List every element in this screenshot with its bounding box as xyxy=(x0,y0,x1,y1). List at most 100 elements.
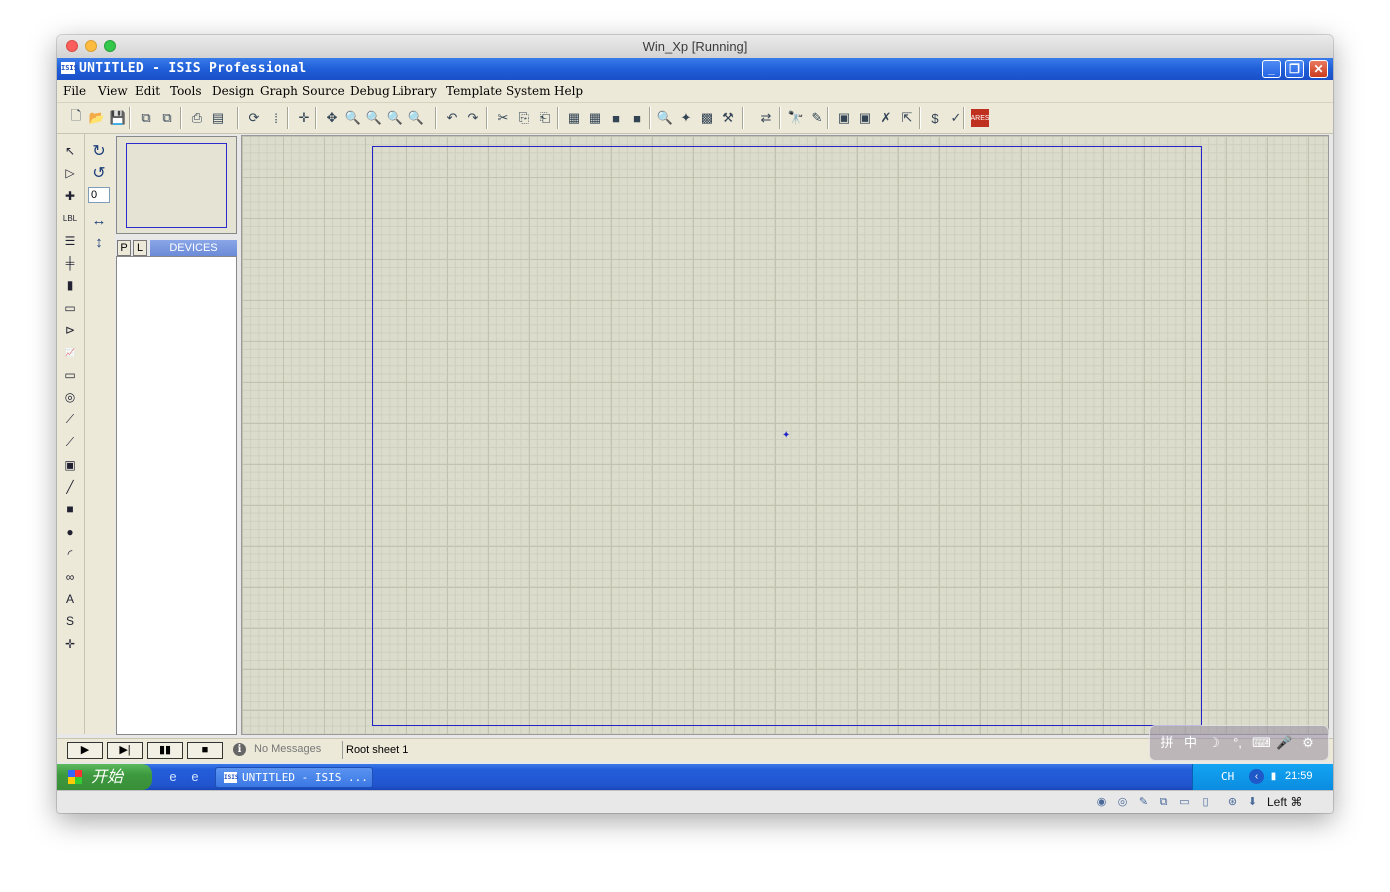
package-icon[interactable]: ▩ xyxy=(698,109,716,127)
erc-icon[interactable]: ✓ xyxy=(947,109,965,127)
block-rotate-icon[interactable]: ■ xyxy=(607,109,625,127)
shared-folder-icon[interactable]: ▭ xyxy=(1177,795,1192,809)
menu-debug[interactable]: Debug xyxy=(350,84,390,98)
library-manager-button[interactable]: L xyxy=(133,240,147,256)
zoom-all-icon[interactable]: 🔍 xyxy=(386,109,404,127)
import-icon[interactable]: ⧉ xyxy=(137,109,155,127)
print-icon[interactable]: ⎙ xyxy=(188,109,206,127)
symbol-icon[interactable]: S xyxy=(60,612,80,630)
goto-sheet-icon[interactable]: ⇱ xyxy=(898,109,916,127)
mirror-horizontal-icon[interactable]: ↔ xyxy=(89,211,109,229)
export-icon[interactable]: ⧉ xyxy=(158,109,176,127)
play-button[interactable]: ▶ xyxy=(67,742,103,759)
rotate-cw-icon[interactable]: ↻ xyxy=(89,142,109,160)
block-delete-icon[interactable]: ■ xyxy=(628,109,646,127)
app-titlebar[interactable]: ISIS UNTITLED - ISIS Professional _ ❐ ✕ xyxy=(57,58,1333,80)
menu-tools[interactable]: Tools xyxy=(170,84,202,98)
print-area-icon[interactable]: ▤ xyxy=(209,109,227,127)
menu-template[interactable]: Template xyxy=(446,84,502,98)
menu-graph[interactable]: Graph xyxy=(260,84,298,98)
ime-halfwidth-icon[interactable]: ☽ xyxy=(1205,735,1223,751)
menu-design[interactable]: Design xyxy=(212,84,254,98)
remove-sheet-icon[interactable]: ✗ xyxy=(877,109,895,127)
ime-voice-icon[interactable]: 🎤 xyxy=(1276,735,1294,751)
optical-drive-icon[interactable]: ◎ xyxy=(1115,795,1130,809)
block-move-icon[interactable]: ▦ xyxy=(586,109,604,127)
new-sheet-icon[interactable]: ▣ xyxy=(835,109,853,127)
menu-system[interactable]: System xyxy=(506,84,550,98)
mac-titlebar[interactable]: Win_Xp [Running] xyxy=(57,35,1333,59)
text-script-icon[interactable]: ☰ xyxy=(60,232,80,250)
terminals-icon[interactable]: ▭ xyxy=(60,299,80,317)
graph-icon[interactable]: 📈 xyxy=(60,344,80,362)
save-icon[interactable]: 💾 xyxy=(109,109,127,127)
zoom-in-icon[interactable]: 🔍 xyxy=(344,109,362,127)
generator-icon[interactable]: ◎ xyxy=(60,388,80,406)
origin-icon[interactable]: ✛ xyxy=(295,109,313,127)
pick-devices-button[interactable]: P xyxy=(117,240,131,256)
ime-punctuation-icon[interactable]: °, xyxy=(1229,735,1247,751)
tray-expand-icon[interactable]: ‹ xyxy=(1249,769,1264,784)
redo-icon[interactable]: ↷ xyxy=(464,109,482,127)
menu-file[interactable]: File xyxy=(63,84,86,98)
restore-button[interactable]: ❐ xyxy=(1285,60,1304,78)
start-button[interactable]: 开始 xyxy=(57,764,152,790)
hdd-icon[interactable]: ◉ xyxy=(1094,795,1109,809)
keyboard-capture-icon[interactable]: ⬇ xyxy=(1245,795,1260,809)
menu-help[interactable]: Help xyxy=(554,84,583,98)
refresh-icon[interactable]: ⟳ xyxy=(245,109,263,127)
component-mode-icon[interactable]: ▷ xyxy=(60,164,80,182)
schematic-canvas[interactable]: ✦ xyxy=(241,135,1329,735)
search-tag-icon[interactable]: 🔭 xyxy=(787,109,805,127)
minimize-button[interactable]: _ xyxy=(1262,60,1281,78)
bom-icon[interactable]: $ xyxy=(926,109,944,127)
open-icon[interactable]: 📂 xyxy=(88,109,106,127)
text-icon[interactable]: A xyxy=(60,590,80,608)
buses-icon[interactable]: ╪ xyxy=(60,254,80,272)
make-device-icon[interactable]: ✦ xyxy=(677,109,695,127)
close-button[interactable]: ✕ xyxy=(1309,60,1328,78)
line-icon[interactable]: ╱ xyxy=(60,478,80,496)
junction-dot-icon[interactable]: ✚ xyxy=(60,187,80,205)
devices-list[interactable] xyxy=(116,256,237,735)
tray-app-icon[interactable]: ▮ xyxy=(1266,769,1281,784)
rotation-angle-input[interactable] xyxy=(88,187,110,203)
menu-library[interactable]: Library xyxy=(392,84,437,98)
usb-pen-icon[interactable]: ✎ xyxy=(1136,795,1151,809)
step-button[interactable]: ▶| xyxy=(107,742,143,759)
voltage-probe-icon[interactable]: ⟋ xyxy=(60,411,80,429)
path-icon[interactable]: ∞ xyxy=(60,568,80,586)
decompose-icon[interactable]: ⚒ xyxy=(719,109,737,127)
add-sheet-icon[interactable]: ▣ xyxy=(856,109,874,127)
virtual-instruments-icon[interactable]: ▣ xyxy=(60,456,80,474)
display-icon[interactable]: ▯ xyxy=(1198,795,1213,809)
pause-button[interactable]: ▮▮ xyxy=(147,742,183,759)
ares-icon[interactable]: ARES xyxy=(970,109,990,127)
menu-source[interactable]: Source xyxy=(302,84,345,98)
paste-icon[interactable]: ⎗ xyxy=(536,109,554,127)
block-copy-icon[interactable]: ▦ xyxy=(565,109,583,127)
cut-icon[interactable]: ✂ xyxy=(494,109,512,127)
show-desktop-icon[interactable]: e xyxy=(187,769,203,785)
grid-icon[interactable]: ⁞ xyxy=(267,109,285,127)
marker-icon[interactable]: ✛ xyxy=(60,635,80,653)
isis-app-icon[interactable]: ISIS xyxy=(61,62,78,74)
pick-device-icon[interactable]: 🔍 xyxy=(656,109,674,127)
mouse-integration-icon[interactable]: ⊛ xyxy=(1225,795,1240,809)
current-probe-icon[interactable]: ⟋ xyxy=(60,433,80,451)
menu-view[interactable]: View xyxy=(98,84,128,98)
subcircuit-icon[interactable]: ▮ xyxy=(60,276,80,294)
ime-logo-icon[interactable]: 拼 xyxy=(1158,735,1176,751)
new-icon[interactable]: 🗋 xyxy=(67,108,85,127)
device-pins-icon[interactable]: ⊳ xyxy=(60,321,80,339)
copy-icon[interactable]: ⎘ xyxy=(515,109,533,127)
box-icon[interactable]: ■ xyxy=(60,500,80,518)
undo-icon[interactable]: ↶ xyxy=(443,109,461,127)
circle-icon[interactable]: ● xyxy=(60,523,80,541)
menu-edit[interactable]: Edit xyxy=(135,84,160,98)
mirror-vertical-icon[interactable]: ↕ xyxy=(89,233,109,251)
stop-button[interactable]: ■ xyxy=(187,742,223,759)
pan-icon[interactable]: ✥ xyxy=(323,109,341,127)
zoom-area-icon[interactable]: 🔍 xyxy=(407,109,425,127)
tape-recorder-icon[interactable]: ▭ xyxy=(60,366,80,384)
